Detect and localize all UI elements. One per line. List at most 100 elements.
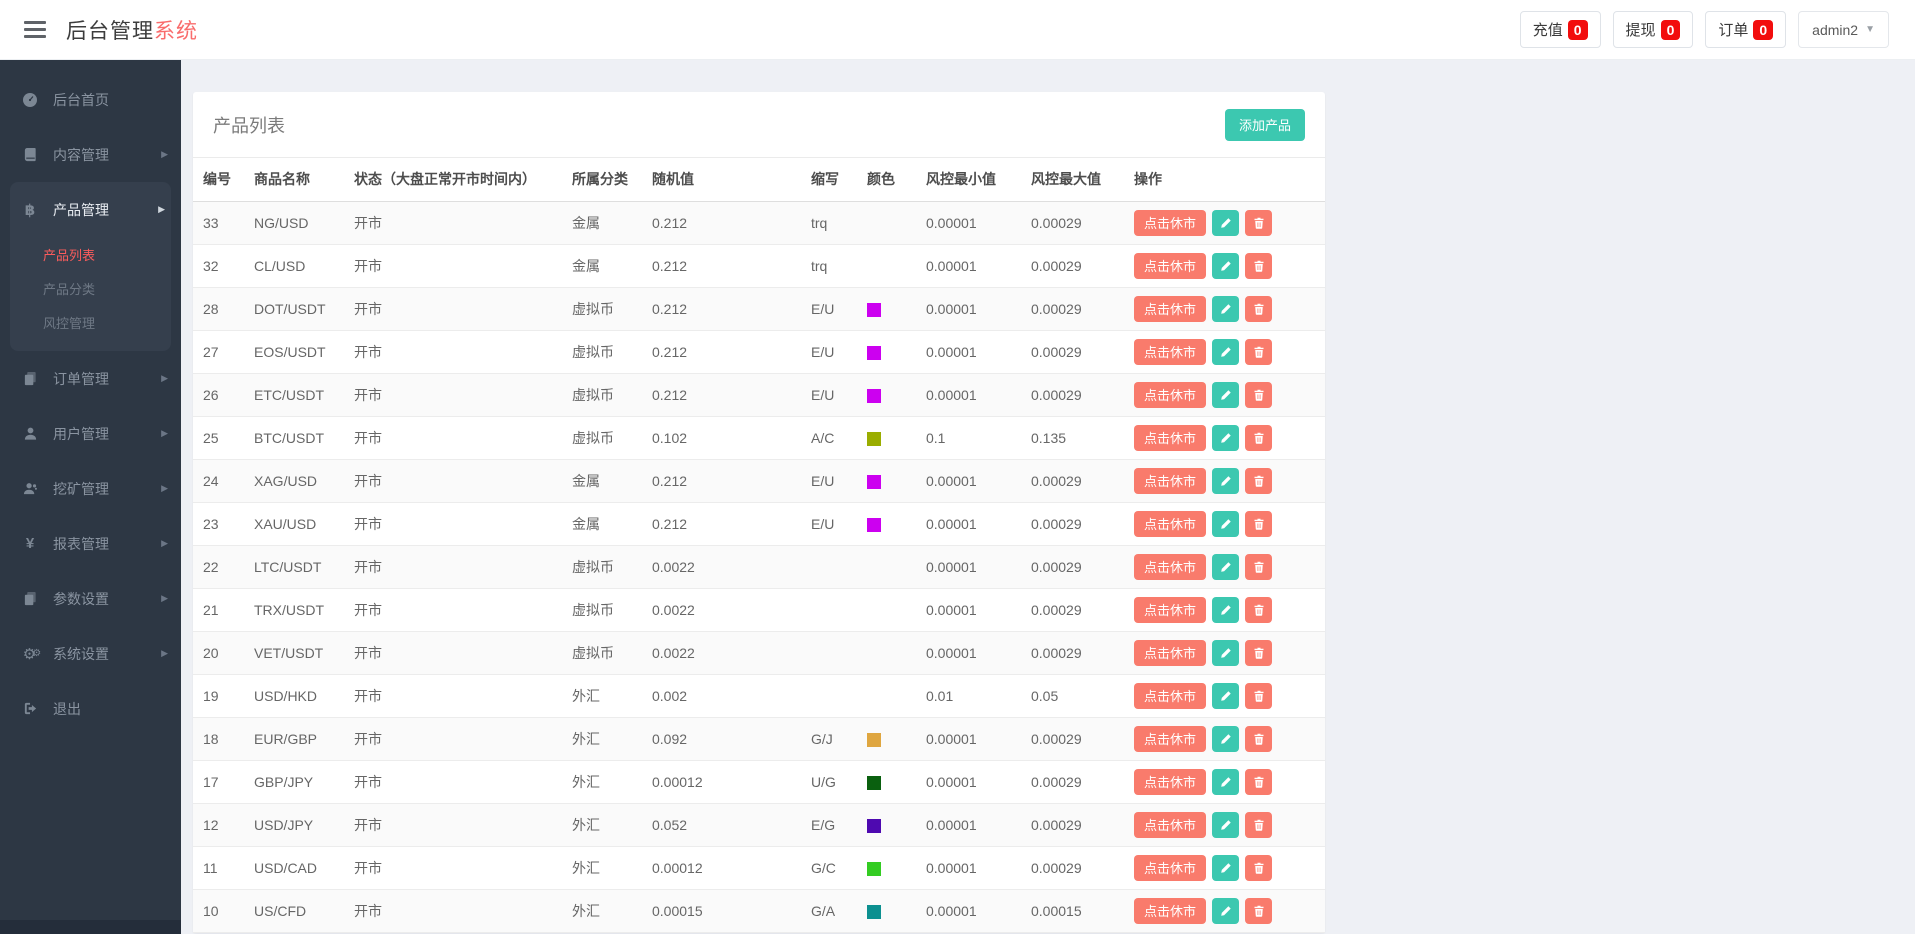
cell-color	[859, 803, 918, 847]
cell-color	[859, 674, 918, 718]
edit-button[interactable]	[1212, 209, 1240, 236]
close-market-button[interactable]: 点击休市	[1134, 725, 1207, 752]
edit-button[interactable]	[1212, 596, 1240, 623]
close-market-button[interactable]: 点击休市	[1134, 768, 1207, 795]
color-swatch	[867, 474, 881, 489]
close-market-button[interactable]: 点击休市	[1134, 424, 1207, 451]
table-row: 25 BTC/USDT 开市 虚拟币 0.102 A/C 0.1 0.135 点…	[193, 416, 1325, 460]
delete-button[interactable]	[1245, 553, 1273, 580]
cell-product-name: XAU/USD	[246, 502, 346, 546]
close-market-button[interactable]: 点击休市	[1134, 596, 1207, 623]
cell-random-value: 0.212	[644, 459, 803, 503]
edit-button[interactable]	[1212, 553, 1240, 580]
cell-actions: 点击休市	[1126, 330, 1325, 374]
delete-button[interactable]	[1245, 596, 1273, 623]
user-menu-button[interactable]: admin2 ▼	[1798, 11, 1889, 48]
edit-button[interactable]	[1212, 295, 1240, 322]
sidebar-item-products[interactable]: ฿ 产品管理 ▶	[10, 182, 171, 237]
close-market-button[interactable]: 点击休市	[1134, 209, 1207, 236]
edit-button[interactable]	[1212, 338, 1240, 365]
delete-button[interactable]	[1245, 682, 1273, 709]
edit-button[interactable]	[1212, 682, 1240, 709]
sidebar-subitem-product-list[interactable]: 产品列表	[10, 237, 171, 271]
cell-actions: 点击休市	[1126, 717, 1325, 761]
product-list-card: 产品列表 添加产品 编号 商品名称 状态（大盘正常开市时间内） 所属分类 随机值 缩写 颜色…	[193, 92, 1325, 933]
close-market-button[interactable]: 点击休市	[1134, 252, 1207, 279]
edit-button[interactable]	[1212, 768, 1240, 795]
hamburger-menu-icon[interactable]	[22, 17, 48, 42]
sidebar-item-logout[interactable]: 退出	[0, 681, 181, 736]
pencil-icon	[1220, 346, 1232, 358]
close-market-button[interactable]: 点击休市	[1134, 811, 1207, 838]
orders-button[interactable]: 订单 0	[1705, 11, 1787, 48]
edit-button[interactable]	[1212, 725, 1240, 752]
delete-button[interactable]	[1245, 725, 1273, 752]
close-market-button[interactable]: 点击休市	[1134, 338, 1207, 365]
color-swatch	[867, 818, 881, 833]
cell-product-name: NG/USD	[246, 201, 346, 245]
delete-button[interactable]	[1245, 424, 1273, 451]
delete-button[interactable]	[1245, 381, 1273, 408]
cell-id: 19	[193, 674, 246, 718]
edit-button[interactable]	[1212, 897, 1240, 924]
close-market-button[interactable]: 点击休市	[1134, 467, 1207, 494]
sidebar-item-dashboard[interactable]: 后台首页	[0, 72, 181, 127]
close-market-button[interactable]: 点击休市	[1134, 295, 1207, 322]
sidebar-item-reports[interactable]: ¥ 报表管理 ▶	[0, 516, 181, 571]
delete-button[interactable]	[1245, 854, 1273, 881]
cell-abbreviation: G/A	[803, 889, 859, 933]
edit-button[interactable]	[1212, 381, 1240, 408]
user-icon	[20, 426, 40, 441]
cell-random-value: 0.102	[644, 416, 803, 460]
close-market-button[interactable]: 点击休市	[1134, 854, 1207, 881]
delete-button[interactable]	[1245, 338, 1273, 365]
edit-button[interactable]	[1212, 639, 1240, 666]
trash-icon	[1253, 389, 1265, 401]
sidebar-item-mining[interactable]: 挖矿管理 ▶	[0, 461, 181, 516]
close-market-button[interactable]: 点击休市	[1134, 510, 1207, 537]
table-row: 28 DOT/USDT 开市 虚拟币 0.212 E/U 0.00001 0.0…	[193, 287, 1325, 331]
delete-button[interactable]	[1245, 252, 1273, 279]
close-market-button[interactable]: 点击休市	[1134, 553, 1207, 580]
delete-button[interactable]	[1245, 295, 1273, 322]
close-market-button[interactable]: 点击休市	[1134, 897, 1207, 924]
sidebar-item-label: 退出	[53, 700, 81, 717]
sidebar-item-parameters[interactable]: 参数设置 ▶	[0, 571, 181, 626]
cell-random-value: 0.212	[644, 287, 803, 331]
delete-button[interactable]	[1245, 811, 1273, 838]
add-product-button[interactable]: 添加产品	[1224, 108, 1305, 141]
cell-category: 外汇	[564, 674, 644, 718]
sidebar-item-content[interactable]: 内容管理 ▶	[0, 127, 181, 182]
delete-button[interactable]	[1245, 897, 1273, 924]
edit-button[interactable]	[1212, 811, 1240, 838]
sidebar-item-label: 挖矿管理	[53, 480, 109, 497]
cell-actions: 点击休市	[1126, 244, 1325, 288]
edit-button[interactable]	[1212, 424, 1240, 451]
edit-button[interactable]	[1212, 252, 1240, 279]
table-row: 24 XAG/USD 开市 金属 0.212 E/U 0.00001 0.000…	[193, 459, 1325, 503]
edit-button[interactable]	[1212, 467, 1240, 494]
orders-label: 订单	[1718, 22, 1749, 39]
delete-button[interactable]	[1245, 768, 1273, 795]
close-market-button[interactable]: 点击休市	[1134, 381, 1207, 408]
sidebar-item-users[interactable]: 用户管理 ▶	[0, 406, 181, 461]
sidebar-subitem-product-category[interactable]: 产品分类	[10, 271, 171, 305]
delete-button[interactable]	[1245, 639, 1273, 666]
edit-button[interactable]	[1212, 854, 1240, 881]
sidebar-item-label: 报表管理	[53, 535, 109, 552]
cell-status: 开市	[346, 631, 564, 675]
cell-status: 开市	[346, 846, 564, 890]
withdraw-button[interactable]: 提现 0	[1612, 11, 1694, 48]
delete-button[interactable]	[1245, 209, 1273, 236]
edit-button[interactable]	[1212, 510, 1240, 537]
sidebar-item-system-settings[interactable]: ⚙ ⚙ 系统设置 ▶	[0, 626, 181, 681]
recharge-button[interactable]: 充值 0	[1519, 11, 1601, 48]
close-market-button[interactable]: 点击休市	[1134, 682, 1207, 709]
delete-button[interactable]	[1245, 510, 1273, 537]
trash-icon	[1253, 862, 1265, 874]
sidebar-subitem-risk-management[interactable]: 风控管理	[10, 305, 171, 339]
cell-risk-max: 0.00029	[1023, 373, 1126, 417]
delete-button[interactable]	[1245, 467, 1273, 494]
close-market-button[interactable]: 点击休市	[1134, 639, 1207, 666]
sidebar-item-orders[interactable]: 订单管理 ▶	[0, 351, 181, 406]
